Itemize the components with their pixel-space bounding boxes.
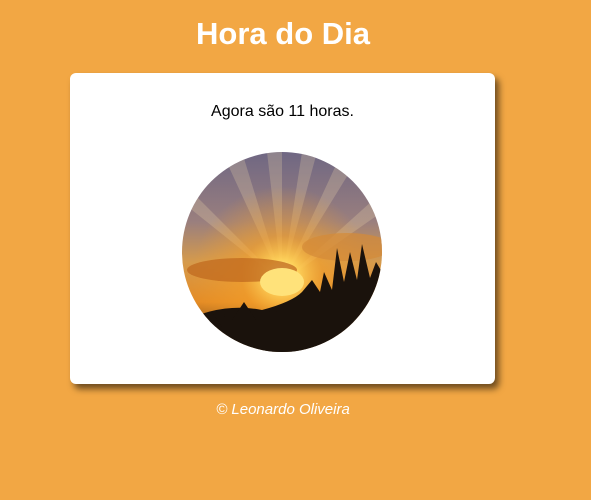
sunset-image-icon [182, 152, 382, 352]
footer-credit: © Leonardo Oliveira [216, 401, 350, 418]
sunset-photo [182, 152, 382, 352]
time-message: Agora são 11 horas. [211, 103, 354, 120]
page-title: Hora do Dia [196, 16, 370, 51]
time-card: Agora são 11 horas. [70, 73, 495, 384]
